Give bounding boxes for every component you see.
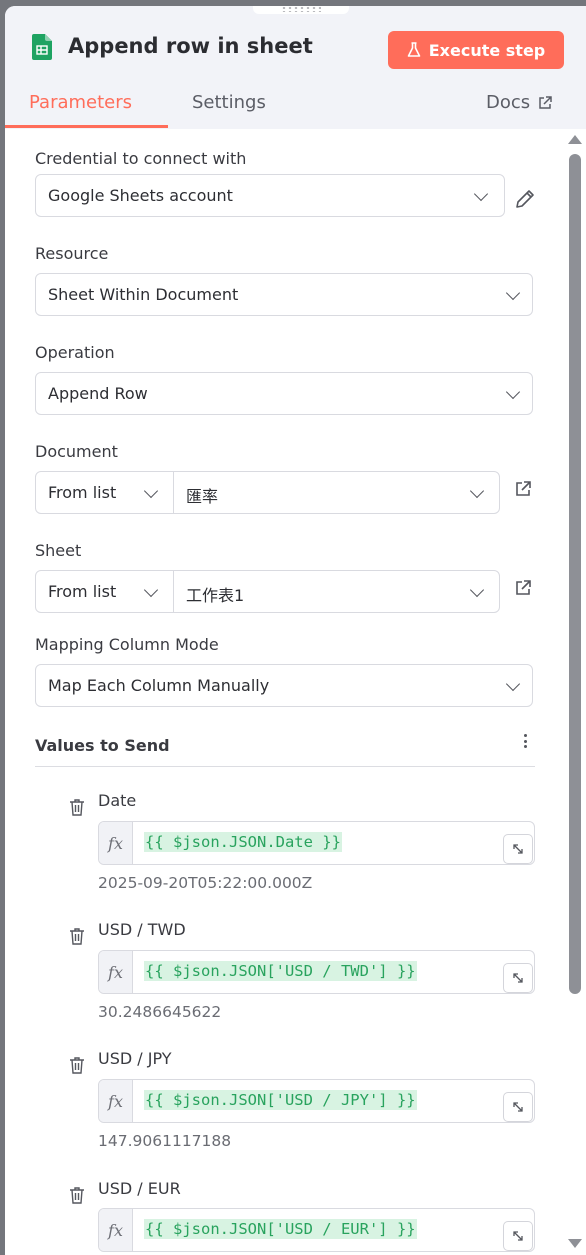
scroll-down-arrow-icon[interactable] bbox=[568, 1239, 582, 1248]
google-sheets-icon bbox=[32, 34, 52, 60]
operation-label: Operation bbox=[35, 343, 115, 362]
scrollbar-thumb[interactable] bbox=[569, 154, 581, 994]
mapping-mode-label: Mapping Column Mode bbox=[35, 635, 219, 654]
trash-icon[interactable] bbox=[69, 1186, 85, 1204]
value-field-label: USD / TWD bbox=[98, 920, 186, 939]
expand-icon bbox=[513, 1231, 523, 1241]
more-options-icon[interactable] bbox=[524, 734, 528, 750]
expression-result: 30.2486645622 bbox=[98, 1003, 222, 1021]
expression-input[interactable]: fx {{ $json.JSON['USD / EUR'] }} bbox=[98, 1208, 535, 1252]
chevron-down-icon bbox=[469, 582, 485, 598]
docs-label: Docs bbox=[486, 92, 531, 113]
chevron-down-icon bbox=[505, 384, 521, 400]
mapping-mode-value: Map Each Column Manually bbox=[48, 676, 270, 695]
fx-icon: fx bbox=[99, 951, 133, 993]
sheet-label: Sheet bbox=[35, 541, 82, 560]
expand-icon bbox=[513, 973, 523, 983]
value-field-label: USD / EUR bbox=[98, 1179, 181, 1198]
chevron-down-icon bbox=[143, 582, 159, 598]
mapping-mode-select[interactable]: Map Each Column Manually bbox=[35, 664, 533, 707]
expand-expression-button[interactable] bbox=[503, 963, 533, 993]
chevron-down-icon bbox=[469, 483, 485, 499]
edit-credential-pencil-icon[interactable] bbox=[513, 187, 537, 211]
drag-handle[interactable] bbox=[253, 6, 349, 14]
scroll-up-arrow-icon[interactable] bbox=[568, 135, 582, 144]
chevron-down-icon bbox=[473, 186, 489, 202]
document-mode-value: From list bbox=[48, 483, 117, 502]
execute-step-label: Execute step bbox=[428, 40, 546, 60]
sheet-mode-select[interactable]: From list bbox=[35, 570, 174, 613]
expression-text: {{ $json.JSON['USD / JPY'] }} bbox=[144, 1090, 417, 1110]
values-to-send-label: Values to Send bbox=[35, 736, 170, 755]
expression-text: {{ $json.JSON.Date }} bbox=[144, 832, 342, 852]
expression-text: {{ $json.JSON['USD / TWD'] }} bbox=[144, 961, 417, 981]
operation-value: Append Row bbox=[48, 384, 148, 403]
credential-label: Credential to connect with bbox=[35, 149, 247, 168]
tab-parameters[interactable]: Parameters bbox=[29, 92, 132, 113]
document-value: 匯率 bbox=[186, 487, 219, 506]
document-mode-select[interactable]: From list bbox=[35, 471, 174, 514]
resource-select[interactable]: Sheet Within Document bbox=[35, 273, 533, 316]
expand-icon bbox=[513, 1102, 523, 1112]
sheet-value: 工作表1 bbox=[186, 586, 245, 605]
chevron-down-icon bbox=[505, 285, 521, 301]
flask-icon bbox=[407, 42, 421, 57]
expression-input[interactable]: fx {{ $json.JSON['USD / TWD'] }} bbox=[98, 950, 535, 994]
value-field-label: Date bbox=[98, 791, 137, 810]
docs-link[interactable]: Docs bbox=[486, 92, 553, 113]
fx-icon: fx bbox=[99, 1209, 133, 1251]
sheet-mode-value: From list bbox=[48, 582, 117, 601]
tab-settings[interactable]: Settings bbox=[192, 92, 266, 113]
document-label: Document bbox=[35, 442, 118, 461]
node-panel: Append row in sheet Execute step Paramet… bbox=[5, 6, 586, 1255]
expression-text: {{ $json.JSON['USD / EUR'] }} bbox=[144, 1219, 417, 1239]
expand-expression-button[interactable] bbox=[503, 834, 533, 864]
operation-select[interactable]: Append Row bbox=[35, 372, 533, 415]
document-select[interactable]: 匯率 bbox=[173, 471, 500, 514]
credential-value: Google Sheets account bbox=[48, 186, 233, 205]
resource-value: Sheet Within Document bbox=[48, 285, 239, 304]
node-title[interactable]: Append row in sheet bbox=[68, 34, 313, 58]
external-link-icon bbox=[539, 95, 552, 109]
panel-header: Append row in sheet Execute step Paramet… bbox=[5, 6, 586, 129]
grip-dots-icon bbox=[281, 6, 321, 12]
credential-select[interactable]: Google Sheets account bbox=[35, 174, 505, 217]
expand-icon bbox=[513, 844, 523, 854]
execute-step-button[interactable]: Execute step bbox=[388, 31, 564, 69]
expression-input[interactable]: fx {{ $json.JSON['USD / JPY'] }} bbox=[98, 1079, 535, 1123]
expand-expression-button[interactable] bbox=[503, 1092, 533, 1122]
active-tab-indicator bbox=[5, 125, 168, 128]
chevron-down-icon bbox=[143, 483, 159, 499]
sheet-select[interactable]: 工作表1 bbox=[173, 570, 500, 613]
chevron-down-icon bbox=[505, 676, 521, 692]
section-divider bbox=[35, 766, 535, 767]
trash-icon[interactable] bbox=[69, 927, 85, 945]
open-sheet-external-icon[interactable] bbox=[513, 578, 533, 598]
trash-icon[interactable] bbox=[69, 1056, 85, 1074]
fx-icon: fx bbox=[99, 822, 133, 864]
expression-result: 147.9061117188 bbox=[98, 1132, 232, 1150]
open-document-external-icon[interactable] bbox=[513, 479, 533, 499]
trash-icon[interactable] bbox=[69, 798, 85, 816]
value-field-label: USD / JPY bbox=[98, 1049, 172, 1068]
expand-expression-button[interactable] bbox=[503, 1221, 533, 1251]
expression-input[interactable]: fx {{ $json.JSON.Date }} bbox=[98, 821, 535, 865]
expression-result: 2025-09-20T05:22:00.000Z bbox=[98, 874, 313, 892]
resource-label: Resource bbox=[35, 244, 109, 263]
fx-icon: fx bbox=[99, 1080, 133, 1122]
